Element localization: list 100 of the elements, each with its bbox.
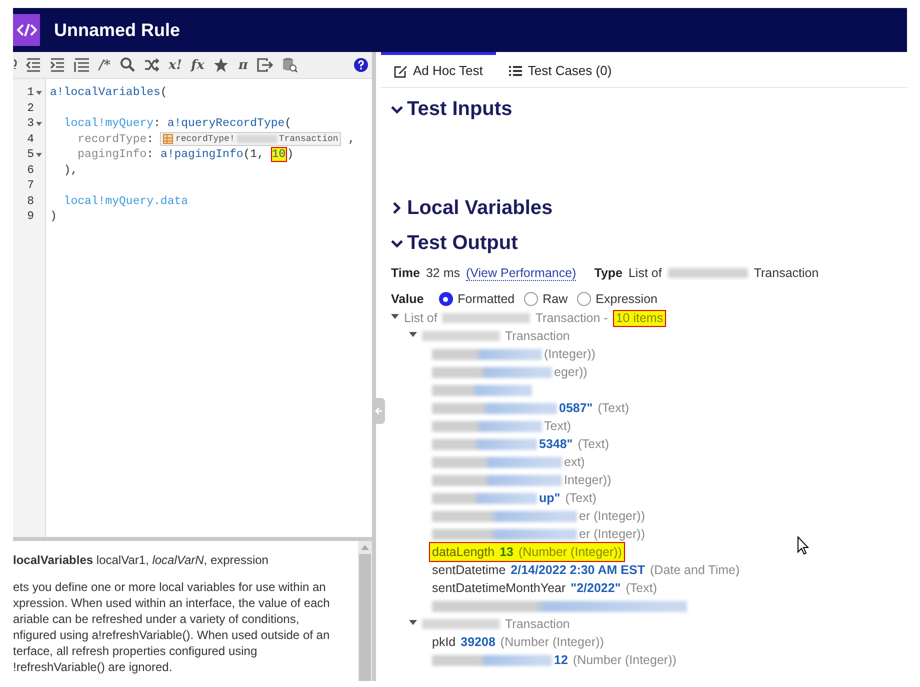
field-name: sentDatetimeMonthYear — [432, 580, 566, 597]
database-search-icon[interactable] — [282, 57, 298, 73]
type-text: Transaction — [754, 264, 819, 282]
view-performance-link[interactable]: (View Performance) — [466, 266, 576, 280]
line-number: 4 — [27, 132, 34, 148]
field-name: pkId — [432, 634, 456, 651]
collapse-handle[interactable] — [373, 398, 385, 424]
field-value: "2/2022" — [570, 580, 621, 597]
highlighted-number: 10 — [270, 147, 287, 162]
field-type: eger)) — [554, 364, 588, 381]
code-token: : — [146, 147, 155, 164]
section-header[interactable]: Test Output — [391, 226, 518, 259]
field-type: (Text) — [565, 490, 596, 507]
line-number: 1 — [27, 85, 34, 102]
type-text: List of — [628, 264, 662, 282]
function-signature: localVariables localVar1, localVarN, expression — [13, 552, 270, 569]
time-value: 32 ms — [426, 264, 460, 282]
code-token: pagingInfo — [76, 147, 147, 164]
line-number: 9 — [27, 209, 34, 226]
toolbar-button[interactable]: fx — [191, 58, 204, 72]
field-value: 13 — [500, 544, 514, 561]
tree-label: Transaction — [505, 328, 570, 345]
code-token: recordType — [76, 132, 147, 148]
edit-icon — [394, 64, 407, 78]
scrollbar-thumb[interactable] — [359, 554, 371, 681]
description-line: nfigured using a!refreshVariable(). When used outside of an — [13, 627, 331, 643]
lines-icon[interactable] — [74, 57, 90, 73]
mouse-cursor-icon — [797, 536, 809, 555]
toolbar-button[interactable]: π — [238, 58, 248, 72]
description-line: ariable can be refreshed under a variety of conditions, — [13, 611, 300, 627]
record-type-chip: recordType! Transaction — [160, 132, 342, 146]
search-icon[interactable] — [120, 57, 135, 73]
code-token: ) — [50, 209, 57, 226]
redacted-text — [236, 135, 277, 144]
code-token: : — [154, 116, 162, 132]
toolbar-button[interactable]: x! — [168, 58, 182, 72]
arrow-left-icon — [375, 407, 383, 415]
section-header[interactable]: Test Inputs — [391, 92, 512, 125]
radio-button[interactable] — [524, 292, 538, 306]
field-value: 12 — [554, 652, 568, 669]
field-value: up" — [539, 490, 560, 507]
outdent-icon[interactable] — [26, 57, 41, 73]
field-type: (Number (Integer)) — [572, 652, 676, 669]
line-number: 8 — [27, 194, 34, 210]
code-token: : — [146, 132, 155, 148]
field-type: (Integer)) — [544, 346, 596, 363]
field-type: Integer)) — [564, 472, 612, 489]
fold-arrow-icon[interactable] — [36, 90, 42, 95]
toolbar-button[interactable]: /* — [99, 58, 111, 72]
indent-icon[interactable] — [50, 57, 65, 73]
window-title: Unnamed Rule — [54, 18, 180, 42]
item-count-highlight: 10 items — [612, 310, 666, 326]
field-type: (Text) — [598, 400, 629, 417]
field-value: 2/14/2022 2:30 AM EST — [510, 562, 645, 579]
field-value: 0587" — [559, 400, 593, 417]
field-type: (Text) — [578, 436, 609, 453]
radio-label[interactable]: Raw — [542, 290, 568, 308]
code-token: (1, — [243, 147, 265, 164]
radio-button[interactable] — [576, 292, 591, 306]
scrollbar[interactable] — [358, 541, 372, 681]
field-label: Time — [391, 264, 420, 282]
list-icon — [508, 65, 522, 77]
code-logo-icon — [13, 14, 40, 46]
code-token: , — [347, 132, 356, 148]
description-line: !refreshVariable() are ignored. — [13, 659, 174, 675]
field-name: sentDatetime — [432, 562, 506, 579]
line-number: 6 — [27, 162, 34, 179]
code-token: ( — [284, 116, 292, 132]
field-type: (Number (Integer)) — [518, 544, 622, 561]
code-token: a!pagingInfo — [160, 147, 244, 164]
field-type: Text) — [544, 418, 572, 435]
line-number: 7 — [27, 178, 34, 194]
code-token: ), — [62, 162, 78, 179]
tab[interactable]: Test Cases (0) — [496, 52, 625, 87]
field-value: 5348" — [539, 436, 573, 453]
field-name: dataLength — [432, 544, 495, 561]
fold-arrow-icon[interactable] — [36, 152, 42, 157]
radio-button[interactable] — [438, 292, 453, 306]
field-type: ext) — [564, 454, 585, 471]
tree-label: Transaction - — [535, 310, 608, 327]
exit-icon[interactable] — [256, 57, 273, 73]
field-type: er (Integer)) — [579, 508, 645, 525]
fold-arrow-icon[interactable] — [36, 122, 42, 126]
description-line: terface, all refresh properties configured using — [13, 643, 258, 659]
tree-label: Transaction — [505, 616, 570, 633]
help-icon[interactable] — [354, 58, 368, 72]
field-label: Type — [594, 264, 622, 282]
line-number: 5 — [27, 147, 34, 164]
shuffle-icon[interactable] — [144, 57, 160, 73]
star-icon[interactable] — [213, 57, 230, 73]
line-number: 2 — [27, 100, 34, 117]
section-header[interactable]: Local Variables — [391, 191, 553, 224]
code-token: ) — [286, 147, 294, 164]
description-line: xpression. When used within an interface, the value of each — [13, 595, 331, 611]
description-line: ets you define one or more local variables for use within an — [13, 579, 327, 595]
radio-label[interactable]: Formatted — [458, 290, 515, 308]
field-type: (Text) — [626, 580, 657, 597]
chevron-right-icon — [391, 202, 403, 214]
radio-label[interactable]: Expression — [596, 290, 658, 308]
line-number: 3 — [27, 116, 34, 132]
